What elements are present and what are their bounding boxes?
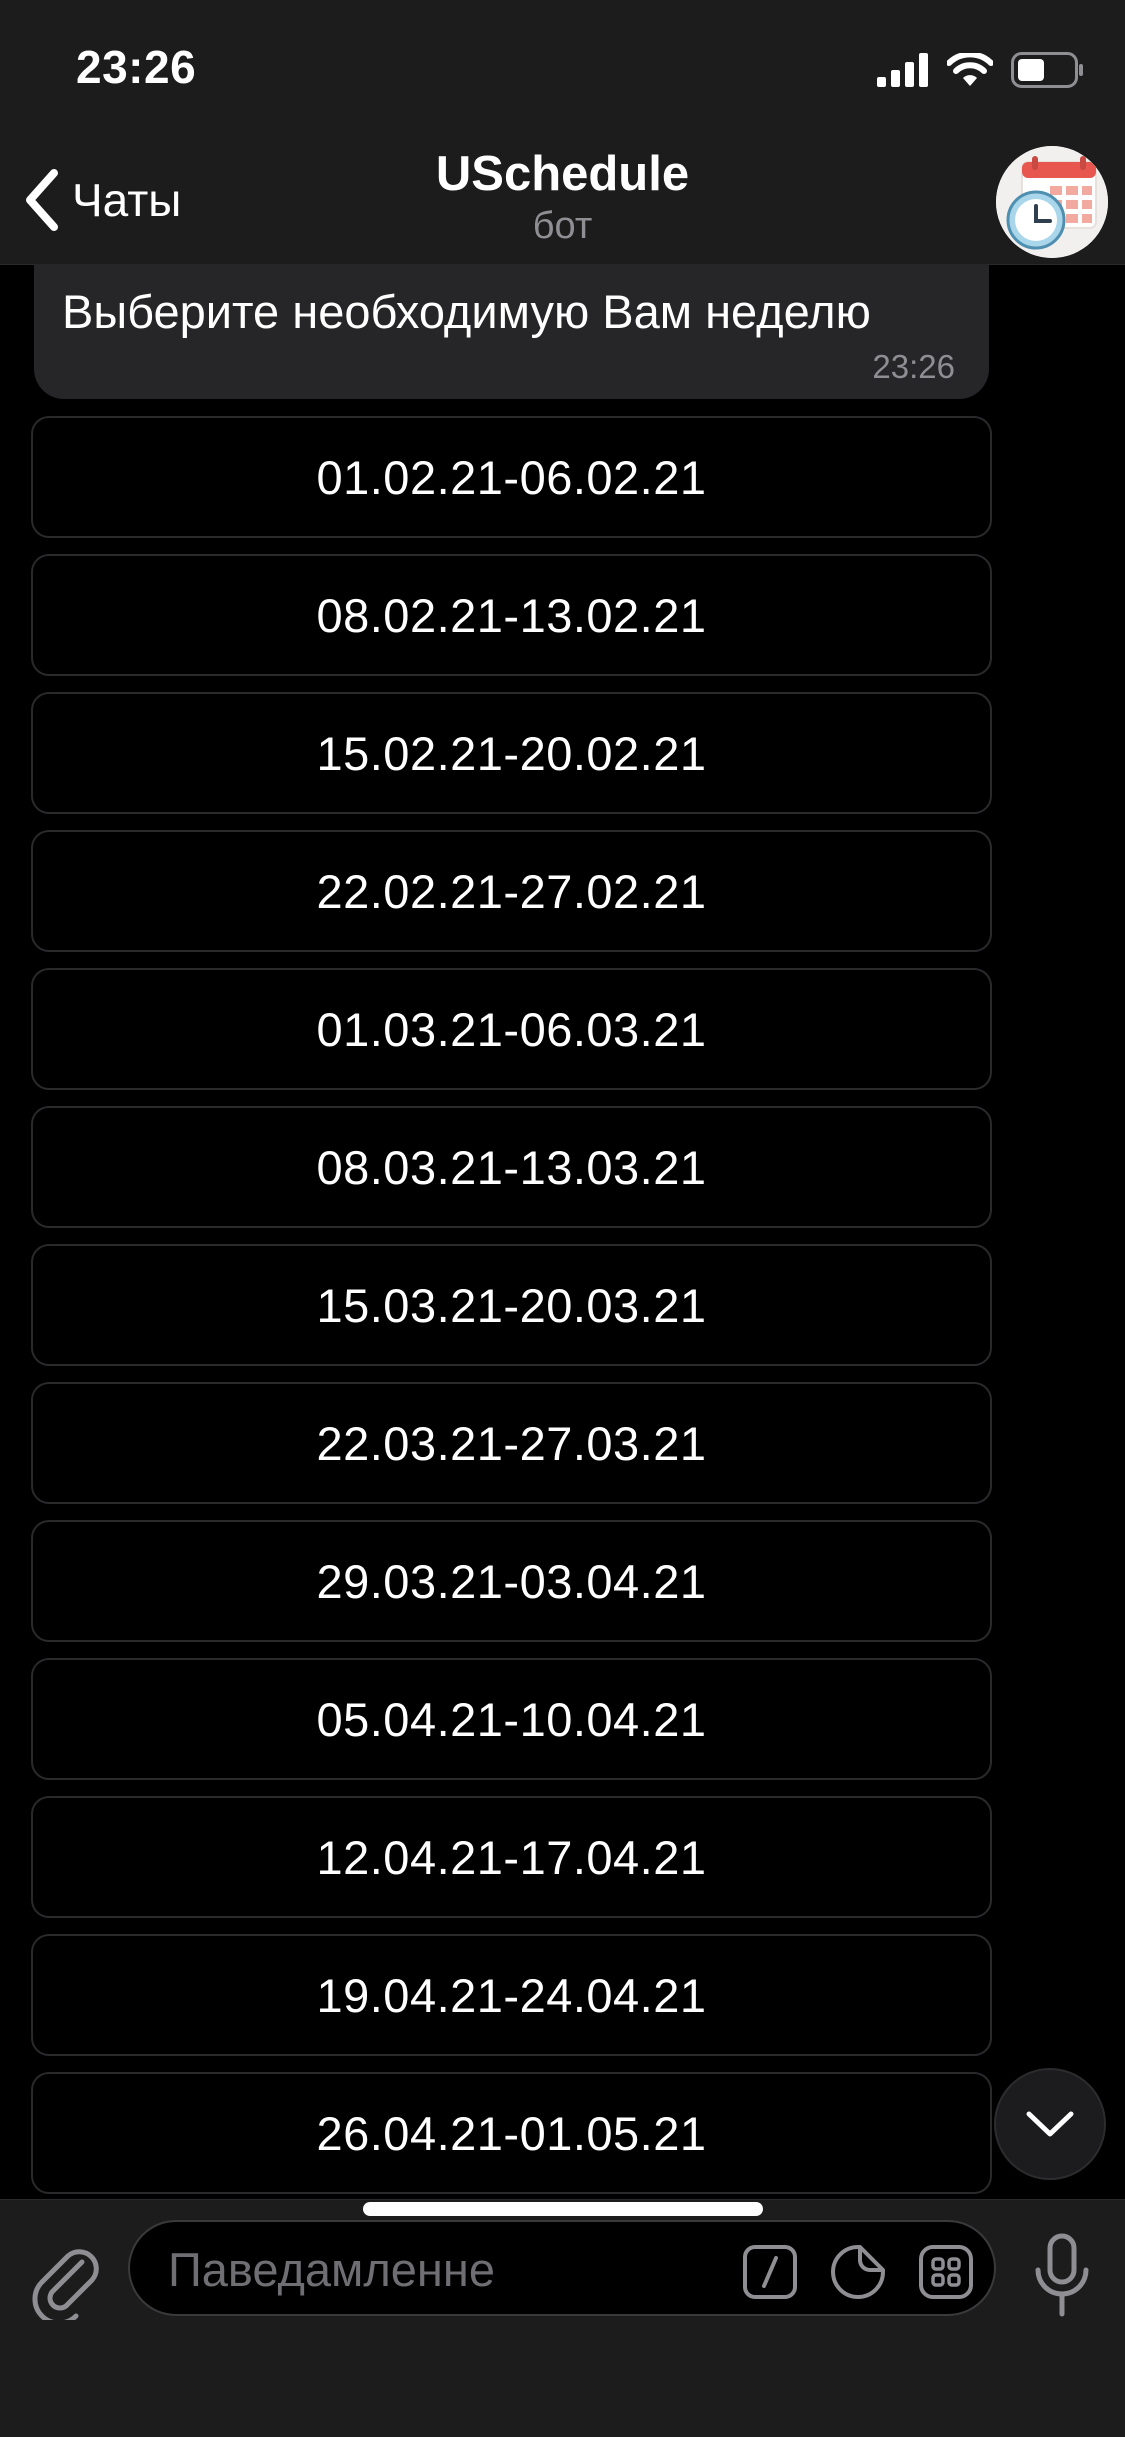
week-button[interactable]: 29.03.21-03.04.21 [31, 1520, 992, 1642]
paperclip-icon[interactable] [30, 2240, 100, 2320]
week-button[interactable]: 12.04.21-17.04.21 [31, 1796, 992, 1918]
calendar-clock-icon [996, 146, 1108, 258]
week-button[interactable]: 22.03.21-27.03.21 [31, 1382, 992, 1504]
week-button[interactable]: 26.04.21-01.05.21 [31, 2072, 992, 2194]
battery-icon [1011, 52, 1083, 88]
status-icons [877, 48, 1085, 92]
week-button[interactable]: 15.02.21-20.02.21 [31, 692, 992, 814]
week-button[interactable]: 15.03.21-20.03.21 [31, 1244, 992, 1366]
slash-command-icon[interactable] [742, 2244, 798, 2300]
week-button[interactable]: 22.02.21-27.02.21 [31, 830, 992, 952]
message-time: 23:26 [872, 348, 955, 385]
sticker-icon[interactable] [830, 2244, 886, 2300]
chat-title[interactable]: USchedule [0, 146, 1125, 202]
status-time: 23:26 [76, 41, 197, 93]
message-bubble: Выберите необходимую Вам неделю 23:26 [34, 264, 989, 399]
home-indicator [363, 2202, 763, 2216]
chat-subtitle: бот [532, 205, 593, 247]
message-field[interactable] [128, 2220, 996, 2316]
microphone-icon[interactable] [1030, 2230, 1094, 2326]
scroll-to-bottom-button[interactable] [994, 2068, 1106, 2180]
top-bar: 23:26 Чаты USchedule бот [0, 0, 1125, 265]
message-text: Выберите необходимую Вам неделю [62, 285, 871, 338]
week-button[interactable]: 08.02.21-13.02.21 [31, 554, 992, 676]
week-button[interactable]: 08.03.21-13.03.21 [31, 1106, 992, 1228]
input-bar [0, 2199, 1125, 2437]
wifi-icon [947, 53, 993, 86]
message-input[interactable] [166, 2222, 730, 2316]
week-button[interactable]: 01.03.21-06.03.21 [31, 968, 992, 1090]
cellular-signal-icon [877, 53, 928, 87]
week-button[interactable]: 01.02.21-06.02.21 [31, 416, 992, 538]
keyboard-grid-icon[interactable] [918, 2244, 974, 2300]
chevron-down-icon [1026, 2111, 1074, 2137]
avatar[interactable] [996, 146, 1108, 258]
week-button[interactable]: 19.04.21-24.04.21 [31, 1934, 992, 2056]
week-button[interactable]: 05.04.21-10.04.21 [31, 1658, 992, 1780]
inline-keyboard: 01.02.21-06.02.21 08.02.21-13.02.21 15.02.… [31, 416, 992, 2210]
